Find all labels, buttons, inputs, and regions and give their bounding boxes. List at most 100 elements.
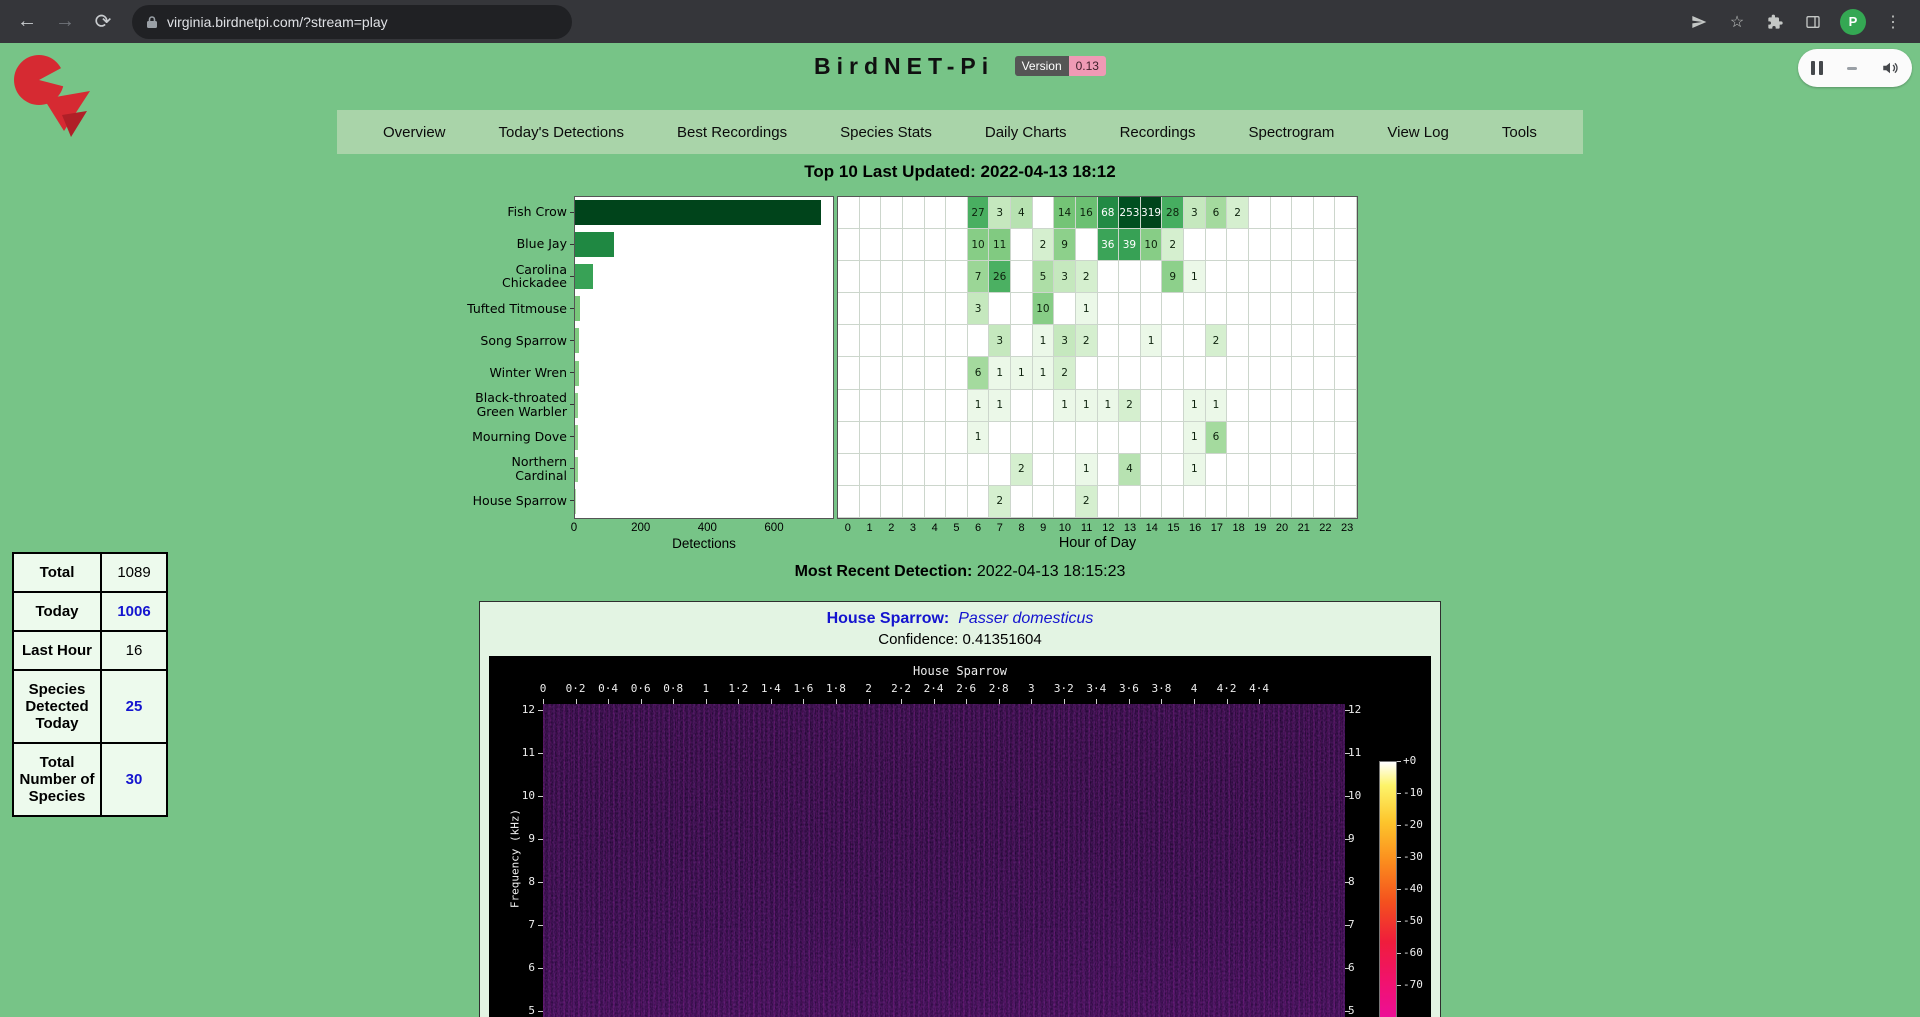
heatmap-cell [881, 422, 903, 454]
species-label: Northern Cardinal [462, 453, 574, 485]
hour-axis-tick-label: 2 [880, 522, 902, 535]
heatmap-cell [1271, 229, 1293, 261]
heatmap-cell [1119, 261, 1141, 293]
heatmap-cell [1314, 454, 1336, 486]
spec-x-tick [1129, 699, 1130, 704]
stats-value[interactable]: 1006 [101, 592, 167, 631]
heatmap-cell [903, 197, 925, 229]
heatmap-cell [1141, 261, 1163, 293]
heatmap-cell [1249, 261, 1271, 293]
detection-species-line: House Sparrow:Passer domesticus [480, 610, 1440, 628]
heatmap-cell [1314, 486, 1336, 518]
nav-item-spectrogram[interactable]: Spectrogram [1248, 124, 1334, 141]
heatmap-cell: 253 [1119, 197, 1141, 229]
stats-value[interactable]: 25 [101, 670, 167, 743]
nav-item-overview[interactable]: Overview [383, 124, 446, 141]
colorbar-tick-label: -20 [1403, 818, 1423, 831]
profile-avatar[interactable]: P [1840, 9, 1866, 35]
url-bar[interactable]: virginia.birdnetpi.com/?stream=play [132, 5, 572, 39]
spec-x-tick [576, 699, 577, 704]
spec-x-tick-label: 4 [1191, 682, 1198, 695]
nav-item-best-recordings[interactable]: Best Recordings [677, 124, 787, 141]
heatmap-cell [1162, 486, 1184, 518]
heatmap-cell: 39 [1119, 229, 1141, 261]
top10-chart: Fish CrowBlue JayCarolina ChickadeeTufte… [462, 196, 1920, 519]
version-badge-value: 0.13 [1069, 56, 1106, 76]
nav-item-recordings[interactable]: Recordings [1120, 124, 1196, 141]
forward-button[interactable]: → [48, 5, 82, 39]
nav-item-species-stats[interactable]: Species Stats [840, 124, 932, 141]
heatmap-cell [1011, 486, 1033, 518]
heatmap-cell: 1 [1033, 357, 1055, 389]
hour-axis-tick-label: 18 [1228, 522, 1250, 535]
heatmap-cell [1292, 325, 1314, 357]
birdnet-pi-page: BirdNET-Pi Version 0.13 OverviewToday's … [0, 43, 1920, 1017]
side-panel-icon[interactable] [1796, 5, 1830, 39]
pause-button[interactable] [1811, 61, 1823, 75]
heatmap-cell: 6 [1206, 422, 1228, 454]
heatmap-cell [1271, 422, 1293, 454]
heatmap-cell: 28 [1162, 197, 1184, 229]
reload-button[interactable]: ⟳ [86, 5, 120, 39]
hour-axis-title: Hour of Day [837, 535, 1358, 551]
version-badge-label: Version [1015, 56, 1069, 76]
heatmap-cell [1292, 261, 1314, 293]
heatmap-cell: 1 [1076, 293, 1098, 325]
axis-spacer [462, 519, 574, 535]
detection-panel: House Sparrow:Passer domesticus Confiden… [479, 601, 1441, 1017]
detections-bar [575, 296, 580, 321]
heatmap-cell [881, 454, 903, 486]
back-button[interactable]: ← [10, 5, 44, 39]
colorbar-tick [1397, 889, 1401, 890]
heatmap-cell [1249, 390, 1271, 422]
stats-row: Today1006 [13, 592, 167, 631]
spec-y-tick-label: 11 [1348, 746, 1378, 759]
detection-confidence: Confidence: 0.41351604 [480, 631, 1440, 648]
spec-y-tick-label: 8 [1348, 875, 1378, 888]
nav-item-daily-charts[interactable]: Daily Charts [985, 124, 1067, 141]
url-text: virginia.birdnetpi.com/?stream=play [167, 14, 388, 30]
stats-value[interactable]: 30 [101, 743, 167, 816]
heatmap-cell: 9 [1054, 229, 1076, 261]
spec-x-tick-label: 3·8 [1152, 682, 1172, 695]
detection-common-name: House Sparrow: [827, 610, 950, 627]
heatmap-cell [1011, 261, 1033, 293]
spec-y-tick [1345, 1011, 1350, 1012]
send-icon[interactable] [1682, 5, 1716, 39]
heatmap-cell: 9 [1162, 261, 1184, 293]
heatmap-cell [903, 390, 925, 422]
nav-item-today-s-detections[interactable]: Today's Detections [499, 124, 624, 141]
heatmap-cell [1249, 293, 1271, 325]
heatmap-cell [1335, 390, 1357, 422]
nav-item-tools[interactable]: Tools [1502, 124, 1537, 141]
heatmap-cell [1184, 229, 1206, 261]
bookmark-star-icon[interactable]: ☆ [1720, 5, 1754, 39]
heatmap-cell [838, 357, 860, 389]
nav-item-view-log[interactable]: View Log [1387, 124, 1448, 141]
heatmap-cell [1119, 486, 1141, 518]
stats-row: Last Hour16 [13, 631, 167, 670]
browser-menu-icon[interactable]: ⋮ [1876, 5, 1910, 39]
heatmap-cell [1011, 422, 1033, 454]
heatmap-cell: 1 [1054, 390, 1076, 422]
heatmap-cell [1033, 197, 1055, 229]
volume-icon[interactable] [1881, 59, 1899, 77]
extensions-puzzle-icon[interactable] [1758, 5, 1792, 39]
heatmap-cell: 2 [1076, 325, 1098, 357]
heatmap-cell [1098, 293, 1120, 325]
spec-y-tick [1345, 796, 1350, 797]
spec-x-tick-label: 1·4 [761, 682, 781, 695]
spec-y-tick [1345, 753, 1350, 754]
heatmap-cell [838, 293, 860, 325]
heatmap-cell [989, 293, 1011, 325]
spec-x-tick-label: 0·6 [631, 682, 651, 695]
heatmap-cell [946, 422, 968, 454]
spectrogram-plot [543, 704, 1345, 1017]
bar-axis-ticks: 0200400600 [574, 519, 834, 535]
heatmap-cell [860, 229, 882, 261]
heatmap-cell [1011, 390, 1033, 422]
spec-y-tick [1345, 839, 1350, 840]
colorbar-tick [1397, 857, 1401, 858]
hour-axis-tick-label: 17 [1206, 522, 1228, 535]
heatmap-cell: 6 [968, 357, 990, 389]
